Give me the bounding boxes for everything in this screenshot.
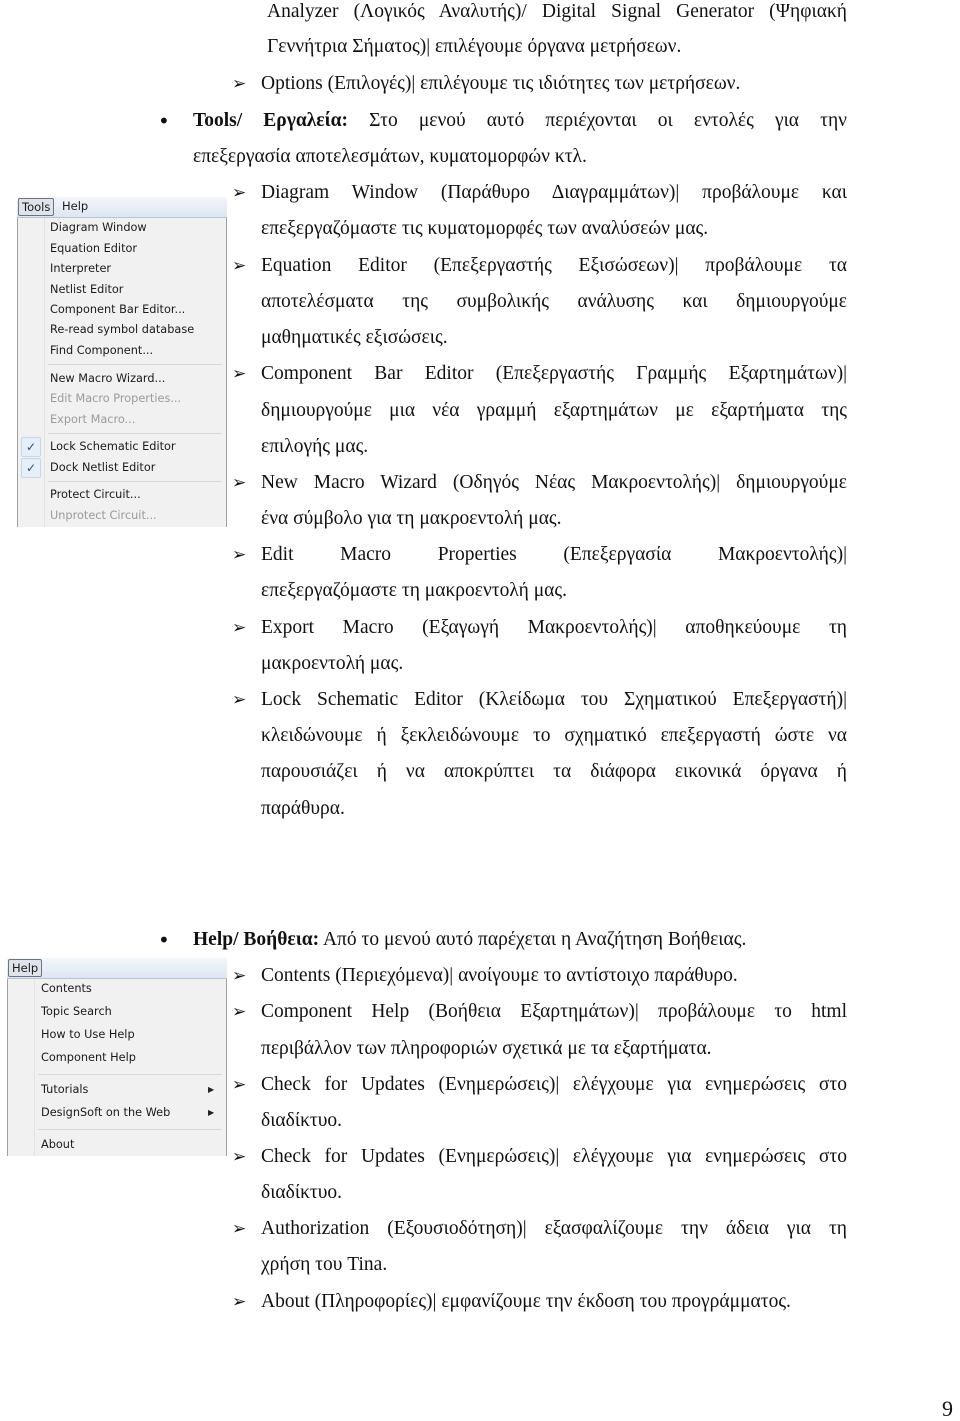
tools-item-line: παρουσιάζει ή να αποκρύπτει τα διάφορα ε… [261, 761, 847, 782]
tools-heading-bold: Tools/ Εργαλεία: [193, 110, 349, 131]
menu-separator [48, 481, 222, 482]
help-item-component-help: Component Help (Βοήθεια Εξαρτημάτων)| πρ… [261, 1001, 847, 1022]
menubar: Tools Help [17, 197, 227, 218]
menu-item-unprotect-circuit: Unprotect Circuit... [50, 509, 157, 522]
help-heading-rest: Από το μενού αυτό παρέχεται η Αναζήτηση … [319, 929, 747, 950]
options-item: Options (Επιλογές)| επιλέγουμε τις ιδιότ… [261, 73, 741, 94]
arrow-bullet-icon: ➢ [232, 1147, 247, 1167]
arrow-bullet-icon: ➢ [232, 618, 247, 638]
help-item-line: χρήση του Tina. [261, 1254, 388, 1275]
menu-separator [48, 364, 222, 365]
menubar-tools[interactable]: Tools [18, 198, 55, 216]
menu-item-about[interactable]: About [41, 1137, 74, 1153]
arrow-bullet-icon: ➢ [232, 1292, 247, 1312]
arrow-bullet-icon: ➢ [232, 364, 247, 384]
help-dropdown: Contents Topic Search How to Use Help Co… [7, 979, 227, 1156]
page-number: 9 [942, 1396, 953, 1421]
tools-item-line: αποτελέσματα της συμβολικής ανάλυσης και… [261, 291, 847, 312]
tools-item-component-bar-editor: Component Bar Editor (Επεξεργαστής Γραμμ… [261, 363, 847, 384]
continuation-line-2: Γεννήτρια Σήματος)| επιλέγουμε όργανα με… [267, 36, 682, 57]
menubar: Help [7, 958, 227, 979]
tools-item-line: επεξεργαζόμαστε τη μακροεντολή μας. [261, 580, 567, 601]
help-heading: Help/ Βοήθεια: Από το μενού αυτό παρέχετ… [193, 928, 746, 952]
menu-item-diagram-window[interactable]: Diagram Window [50, 220, 147, 236]
bullet-icon: • [158, 928, 170, 952]
tools-item-line: μαθηματικές εξισώσεις. [261, 327, 448, 348]
menu-item-topic-search[interactable]: Topic Search [41, 1004, 112, 1020]
menu-item-contents[interactable]: Contents [41, 981, 92, 997]
tools-item-edit-macro-properties: Edit Macro Properties (Επεξεργασία Μακρο… [261, 544, 847, 565]
continuation-line-1: Analyzer (Λογικός Αναλυτής)/ Digital Sig… [267, 1, 847, 22]
tools-heading-rest: Στο μενού αυτό περιέχονται οι εντολές γι… [348, 110, 847, 131]
menu-item-component-help[interactable]: Component Help [41, 1050, 136, 1066]
help-item-authorization: Authorization (Εξουσιοδότηση)| εξασφαλίζ… [261, 1218, 847, 1239]
help-item-line: διαδίκτυο. [261, 1110, 343, 1131]
tools-item-new-macro-wizard: New Macro Wizard (Οδηγός Νέας Μακροεντολ… [261, 472, 847, 493]
arrow-bullet-icon: ➢ [232, 183, 247, 203]
help-item-line: διαδίκτυο. [261, 1182, 343, 1203]
arrow-bullet-icon: ➢ [232, 1002, 247, 1022]
tools-item-line: επεξεργαζόμαστε τις κυματομορφές των ανα… [261, 218, 709, 239]
help-heading-bold: Help/ Βοήθεια: [193, 929, 320, 950]
menu-item-interpreter[interactable]: Interpreter [50, 261, 111, 277]
arrow-bullet-icon: ➢ [232, 1075, 247, 1095]
menu-item-dock-netlist-editor[interactable]: Dock Netlist Editor [50, 460, 155, 476]
tools-menu-screenshot: Tools Help Diagram Window Equation Edito… [17, 197, 227, 527]
submenu-arrow-icon: ▶ [208, 1108, 215, 1117]
tools-item-line: μακροεντολή μας. [261, 653, 404, 674]
help-item-about: About (Πληροφορίες)| εμφανίζουμε την έκδ… [261, 1291, 791, 1312]
tools-item-line: κλειδώνουμε ή ξεκλειδώνουμε το σχηματικό… [261, 725, 847, 746]
menu-item-new-macro-wizard[interactable]: New Macro Wizard... [50, 371, 165, 387]
menu-item-protect-circuit[interactable]: Protect Circuit... [50, 487, 141, 503]
menubar-help[interactable]: Help [8, 959, 43, 977]
gutter-divider [34, 979, 35, 1156]
menu-item-export-macro: Export Macro... [50, 413, 136, 426]
arrow-bullet-icon: ➢ [232, 473, 247, 493]
tools-item-line: δημιουργούμε μια νέα γραμμή εξαρτημάτων … [261, 400, 847, 421]
arrow-bullet-icon: ➢ [232, 545, 247, 565]
menu-item-edit-macro-properties: Edit Macro Properties... [50, 392, 182, 405]
tools-item-lock-schematic-editor: Lock Schematic Editor (Κλείδωμα του Σχημ… [261, 689, 847, 710]
tools-item-line: παράθυρα. [261, 798, 345, 819]
menu-separator [38, 1074, 222, 1075]
menu-item-equation-editor[interactable]: Equation Editor [50, 241, 137, 257]
menu-item-reread-symbol-database[interactable]: Re-read symbol database [50, 322, 194, 338]
arrow-bullet-icon: ➢ [232, 1219, 247, 1239]
tools-item-line: επιλογής μας. [261, 436, 369, 457]
tools-item-line: ένα σύμβολο για τη μακροεντολή μας. [261, 508, 562, 529]
help-item-contents: Contents (Περιεχόμενα)| ανοίγουμε το αντ… [261, 965, 738, 986]
bullet-icon: • [158, 109, 170, 133]
tools-heading: Tools/ Εργαλεία: Στο μενού αυτό περιέχον… [193, 109, 847, 133]
arrow-bullet-icon: ➢ [232, 74, 247, 94]
menu-item-designsoft-on-the-web[interactable]: DesignSoft on the Web [41, 1105, 170, 1121]
menu-separator [38, 1129, 222, 1130]
menu-item-netlist-editor[interactable]: Netlist Editor [50, 282, 123, 298]
tools-dropdown: Diagram Window Equation Editor Interpret… [17, 218, 227, 527]
tools-item-equation-editor: Equation Editor (Επεξεργαστής Εξισώσεων)… [261, 255, 847, 276]
tools-heading-line-2: επεξεργασία αποτελεσμάτων, κυματομορφών … [193, 146, 587, 167]
gutter-divider [44, 218, 45, 527]
checkmark-icon: ✓ [21, 437, 41, 457]
arrow-bullet-icon: ➢ [232, 966, 247, 986]
help-item-check-for-updates: Check for Updates (Ενημερώσεις)| ελέγχου… [261, 1146, 847, 1167]
menu-item-tutorials[interactable]: Tutorials [41, 1082, 88, 1098]
checkmark-icon: ✓ [21, 458, 41, 478]
menu-item-how-to-use-help[interactable]: How to Use Help [41, 1027, 135, 1043]
menu-item-find-component[interactable]: Find Component... [50, 343, 153, 359]
help-item-line: περιβάλλον των πληροφοριών σχετικά με τα… [261, 1038, 712, 1059]
help-menu-screenshot: Help Contents Topic Search How to Use He… [7, 958, 227, 1156]
arrow-bullet-icon: ➢ [232, 690, 247, 710]
menubar-help[interactable]: Help [59, 198, 91, 214]
menu-item-lock-schematic-editor[interactable]: Lock Schematic Editor [50, 439, 176, 455]
help-item-check-for-updates: Check for Updates (Ενημερώσεις)| ελέγχου… [261, 1074, 847, 1095]
arrow-bullet-icon: ➢ [232, 256, 247, 276]
menu-separator [48, 433, 222, 434]
tools-item-export-macro: Export Macro (Εξαγωγή Μακροεντολής)| απο… [261, 617, 847, 638]
tools-item-diagram-window: Diagram Window (Παράθυρο Διαγραμμάτων)| … [261, 182, 847, 203]
submenu-arrow-icon: ▶ [208, 1085, 215, 1094]
menu-item-component-bar-editor[interactable]: Component Bar Editor... [50, 302, 185, 318]
